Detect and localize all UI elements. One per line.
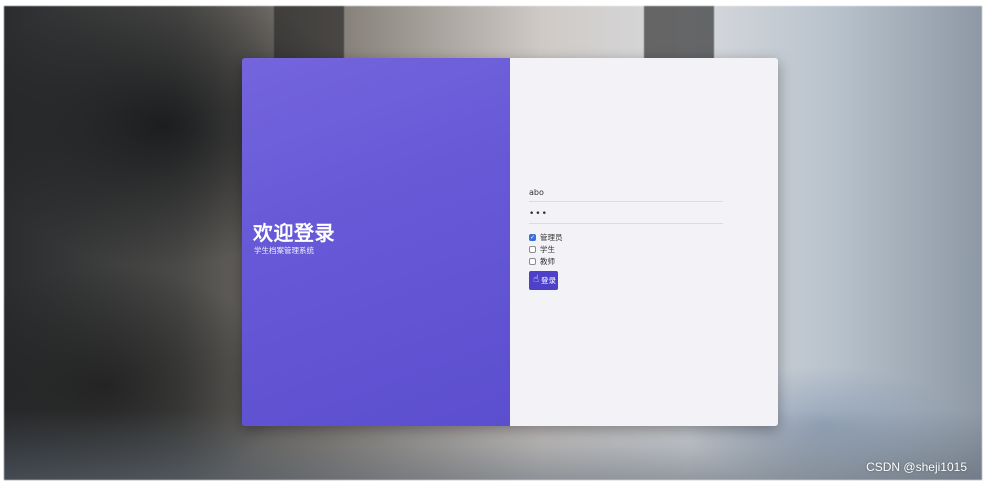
system-name: 学生档案管理系统	[254, 246, 314, 255]
login-button[interactable]: ☝ 登录	[529, 271, 558, 290]
role-option-student[interactable]: 学生	[529, 244, 555, 255]
role-option-teacher[interactable]: 教师	[529, 256, 555, 267]
welcome-panel: 欢迎登录 学生档案管理系统	[242, 58, 510, 426]
check-icon: ✓	[529, 233, 536, 241]
checkbox-teacher[interactable]	[529, 258, 536, 265]
login-form: ✓ 管理员 学生 教师 ☝ 登录	[510, 58, 778, 426]
hand-cursor-icon: ☝	[533, 274, 540, 285]
login-card: 欢迎登录 学生档案管理系统 ✓ 管理员 学生 教师 ☝ 登录	[242, 58, 778, 426]
welcome-title: 欢迎登录	[253, 221, 335, 245]
login-button-label: 登录	[541, 276, 556, 285]
username-input[interactable]	[529, 188, 723, 202]
role-option-admin[interactable]: ✓ 管理员	[529, 232, 563, 243]
password-input[interactable]	[529, 209, 723, 224]
role-label-teacher: 教师	[540, 257, 555, 266]
watermark: CSDN @sheji1015	[866, 460, 967, 474]
role-label-student: 学生	[540, 245, 555, 254]
checkbox-student[interactable]	[529, 246, 536, 253]
checkbox-admin[interactable]: ✓	[529, 234, 536, 241]
role-label-admin: 管理员	[540, 233, 563, 242]
